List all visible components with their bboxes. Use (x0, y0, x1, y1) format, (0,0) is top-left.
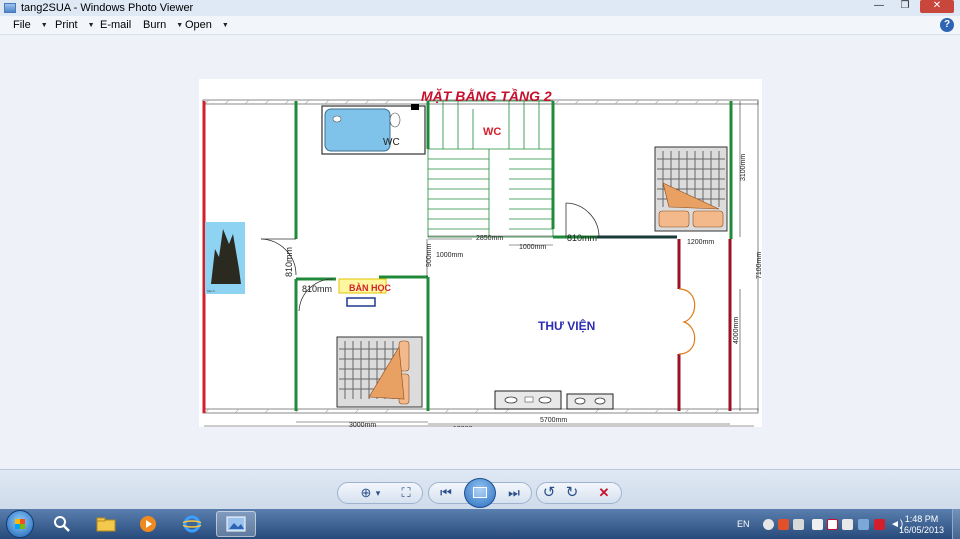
dim-12000: 12000mm (453, 426, 484, 427)
dim-900: 900mm (426, 243, 433, 267)
dim-810-vertical: 810mm (284, 247, 294, 277)
taskbar-search-icon[interactable] (42, 511, 82, 537)
dim-810-right: 810mm (567, 233, 597, 243)
photo-viewer-icon (4, 3, 16, 13)
language-indicator[interactable]: EN (737, 519, 750, 529)
menu-email-label: E-mail (100, 19, 132, 31)
close-button[interactable]: ✕ (920, 0, 954, 13)
network-icon[interactable] (858, 519, 869, 530)
windows-logo-icon (15, 519, 25, 529)
title-bar: tang2SUA - Windows Photo Viewer — ❐ ✕ (0, 0, 960, 16)
tray-app-icon[interactable] (763, 519, 774, 530)
wc-vent (411, 104, 419, 110)
library-label: THƯ VIỆN (538, 318, 595, 333)
dim-1200: 1200mm (687, 239, 714, 246)
menu-burn[interactable]: Burn ▼ (143, 16, 183, 35)
tray-app-icon[interactable] (812, 519, 823, 530)
photo-viewer-taskbar-icon[interactable] (216, 511, 256, 537)
antivirus-icon[interactable] (874, 519, 885, 530)
rotate-clockwise-icon[interactable]: ↻ (564, 483, 580, 501)
minimize-button[interactable]: — (868, 0, 890, 13)
floor-plan-image: WC WC MẶT BẰNG TẦNG 2 http://... BÀN HỌC (199, 79, 762, 427)
floor-plan-title: MẶT BẰNG TẦNG 2 (421, 87, 552, 104)
rotate-counterclockwise-icon[interactable]: ↺ (541, 483, 557, 501)
study-label: BÀN HỌC (349, 283, 391, 293)
chevron-down-icon: ▼ (176, 21, 184, 29)
media-player-icon[interactable] (128, 511, 168, 537)
explorer-folder-icon[interactable] (86, 511, 126, 537)
internet-explorer-icon[interactable] (172, 511, 212, 537)
taskbar: EN ◄) 1:48 PM 16/05/2013 (0, 509, 960, 539)
chevron-down-icon: ▼ (221, 21, 229, 29)
wc-tub-label: WC (383, 137, 400, 148)
picture-caption: http://... (207, 289, 217, 293)
bed-top-right (654, 146, 728, 232)
dim-810-left: 810mm (302, 284, 332, 294)
tray-app-icon[interactable] (793, 519, 804, 530)
actual-size-icon[interactable]: ⛶ (398, 485, 414, 501)
toilet (389, 112, 401, 128)
clock[interactable]: 1:48 PM 16/05/2013 (899, 514, 944, 536)
dim-1000-left: 1000mm (436, 252, 463, 259)
menu-open[interactable]: Open ▼ (185, 16, 229, 35)
next-icon[interactable]: ⏭ (505, 485, 523, 501)
bathtub (324, 108, 391, 152)
stove-unit (566, 393, 614, 410)
image-viewer-area: WC WC MẶT BẰNG TẦNG 2 http://... BÀN HỌC (0, 35, 960, 469)
chevron-down-icon: ▼ (87, 21, 95, 29)
clock-date: 16/05/2013 (898, 525, 944, 535)
zoom-dropdown-chevron-icon[interactable]: ▾ (374, 488, 382, 499)
menu-file[interactable]: File ▼ (13, 16, 48, 35)
tray-app-icon[interactable] (778, 519, 789, 530)
menu-bar: File ▼ Print ▼ E-mail Burn ▼ Open ▼ ? (0, 16, 960, 35)
clock-time: 1:48 PM (904, 514, 939, 524)
bed-bottom (336, 336, 423, 408)
previous-icon[interactable]: ⏮ (437, 485, 455, 501)
chevron-down-icon: ▼ (40, 21, 48, 29)
tray-app-icon[interactable] (827, 519, 838, 530)
dim-4000: 4000mm (733, 317, 740, 344)
slideshow-icon (473, 487, 487, 498)
help-icon[interactable]: ? (940, 18, 954, 32)
show-desktop-button[interactable] (952, 509, 960, 539)
delete-icon[interactable]: ✕ (596, 485, 612, 501)
study-chair (346, 297, 376, 307)
action-center-flag-icon[interactable] (842, 519, 853, 530)
menu-print[interactable]: Print ▼ (55, 16, 95, 35)
floor-plan-drawing: WC WC MẶT BẰNG TẦNG 2 http://... BÀN HỌC (202, 87, 762, 427)
folding-door (678, 288, 696, 355)
staircase (427, 100, 554, 238)
wc-label: WC (483, 126, 501, 138)
dim-5700: 5700mm (540, 417, 567, 424)
menu-file-label: File (13, 19, 31, 31)
menu-print-label: Print (55, 19, 78, 31)
bottom-wall (202, 408, 759, 414)
dim-3100: 3100mm (740, 154, 747, 181)
stove-unit (494, 390, 562, 410)
menu-open-label: Open (185, 19, 212, 31)
door-swing (565, 202, 600, 238)
start-button[interactable] (6, 510, 34, 538)
dim-3000: 3000mm (349, 422, 376, 427)
dim-1000-right: 1000mm (519, 244, 546, 251)
slideshow-button[interactable] (464, 478, 496, 508)
maximize-button[interactable]: ❐ (894, 0, 916, 13)
viewer-controls: ⊕ ▾ ⛶ ⏮ ⏭ ↺ ↻ ✕ (0, 469, 960, 509)
window-title: tang2SUA - Windows Photo Viewer (21, 2, 194, 14)
menu-burn-label: Burn (143, 19, 167, 31)
dim-7100: 7100mm (756, 252, 762, 279)
dim-2850: 2850mm (476, 235, 503, 242)
zoom-icon[interactable]: ⊕ (358, 485, 374, 501)
menu-email[interactable]: E-mail (100, 16, 131, 35)
